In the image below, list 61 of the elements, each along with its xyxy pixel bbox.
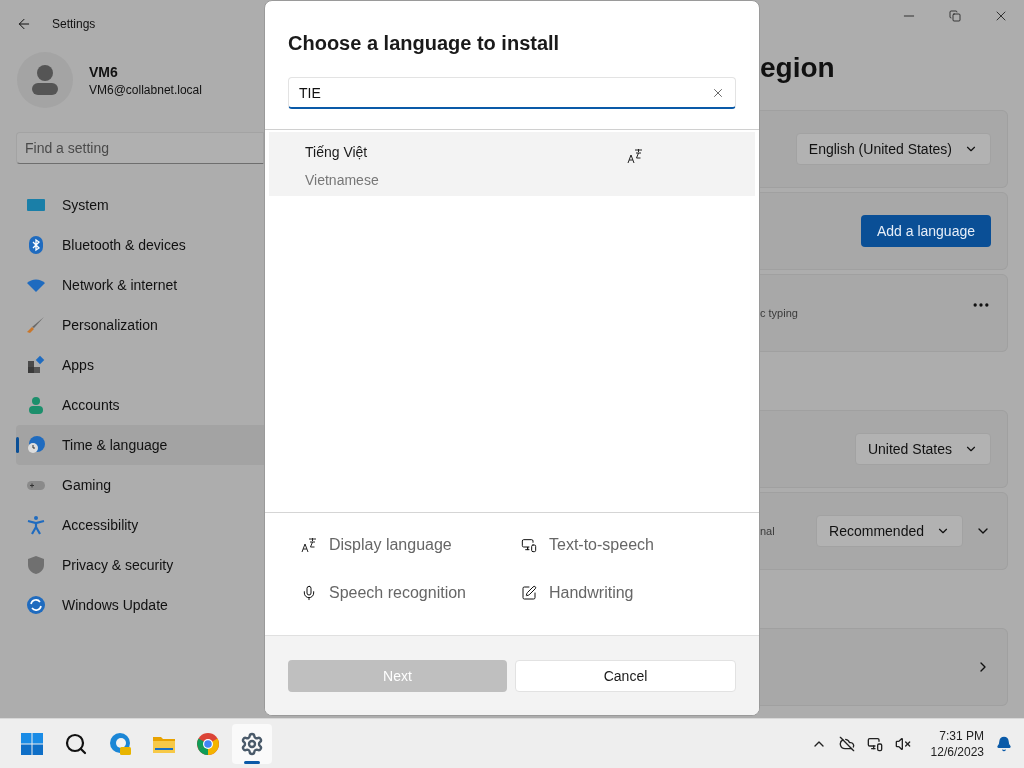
window-title: Settings bbox=[52, 16, 96, 32]
language-name: Tiếng Việt bbox=[305, 143, 369, 162]
bell-icon[interactable] bbox=[996, 735, 1012, 752]
speech-monitor-icon bbox=[521, 537, 537, 553]
network-icon[interactable] bbox=[866, 735, 883, 752]
person-icon bbox=[31, 64, 59, 96]
chrome-icon bbox=[196, 731, 220, 756]
clock-time[interactable]: 7:31 PM bbox=[939, 727, 984, 744]
dropdown[interactable]: English (United States) bbox=[795, 133, 991, 165]
feature-label: Handwriting bbox=[549, 583, 634, 603]
page-title: egion bbox=[760, 54, 836, 82]
taskbar-app[interactable] bbox=[232, 723, 272, 764]
clock-date[interactable]: 12/6/2023 bbox=[930, 743, 984, 760]
bluetooth-icon bbox=[26, 235, 46, 255]
search-input[interactable]: TIE bbox=[299, 82, 711, 103]
mute-icon[interactable] bbox=[894, 735, 911, 752]
account-name: VM6 bbox=[89, 63, 119, 82]
dropdown[interactable]: United States bbox=[854, 433, 991, 465]
brush-icon bbox=[26, 315, 46, 335]
person-icon bbox=[26, 395, 46, 415]
language-search-field[interactable]: TIE bbox=[288, 77, 736, 109]
sidebar-item[interactable]: Bluetooth & devices bbox=[16, 225, 264, 265]
refresh-icon bbox=[26, 595, 46, 615]
apps-icon bbox=[26, 355, 46, 375]
globe-clock-icon bbox=[26, 435, 46, 455]
shield-icon bbox=[26, 555, 46, 575]
card-caption: c typing bbox=[760, 305, 798, 321]
account-email: VM6@collabnet.local bbox=[89, 82, 202, 98]
dropdown[interactable]: Recommended bbox=[816, 515, 963, 547]
dialog-button[interactable]: Cancel bbox=[515, 659, 736, 692]
sidebar-item[interactable]: Gaming bbox=[16, 465, 264, 505]
feature-label: Text-to-speech bbox=[549, 535, 654, 555]
back-icon[interactable] bbox=[16, 16, 32, 32]
windows-logo-icon bbox=[20, 731, 44, 756]
restore-icon[interactable] bbox=[949, 10, 961, 22]
language-english-name: Vietnamese bbox=[305, 171, 380, 190]
dialog-title: Choose a language to install bbox=[288, 31, 561, 56]
sidebar-item[interactable]: Privacy & security bbox=[16, 545, 264, 585]
sidebar-item[interactable]: Apps bbox=[16, 345, 264, 385]
accessibility-icon bbox=[26, 515, 46, 535]
language-icon bbox=[627, 148, 643, 164]
cloud-off-icon[interactable] bbox=[838, 735, 855, 752]
sidebar-item[interactable]: Windows Update bbox=[16, 585, 264, 625]
language-icon bbox=[301, 537, 317, 553]
feature-label: Speech recognition bbox=[329, 583, 466, 603]
sidebar-item[interactable]: Time & language bbox=[16, 425, 264, 465]
sidebar-item[interactable]: Accounts bbox=[16, 385, 264, 425]
microphone-icon bbox=[301, 585, 317, 601]
sidebar-item[interactable]: Network & internet bbox=[16, 265, 264, 305]
pen-icon bbox=[521, 585, 537, 601]
sidebar-item[interactable]: Personalization bbox=[16, 305, 264, 345]
browser-icon bbox=[108, 731, 132, 756]
search-icon bbox=[64, 731, 88, 756]
sidebar-item[interactable]: System bbox=[16, 185, 264, 225]
language-item[interactable]: Tiếng Việt Vietnamese bbox=[269, 132, 755, 196]
search-field[interactable]: Find a setting bbox=[16, 132, 264, 164]
gear-icon bbox=[240, 731, 264, 756]
card-caption: nal bbox=[760, 523, 775, 539]
add-language-button[interactable]: Add a language bbox=[860, 215, 991, 247]
sidebar-item[interactable]: Accessibility bbox=[16, 505, 264, 545]
feature-label: Display language bbox=[329, 535, 452, 555]
